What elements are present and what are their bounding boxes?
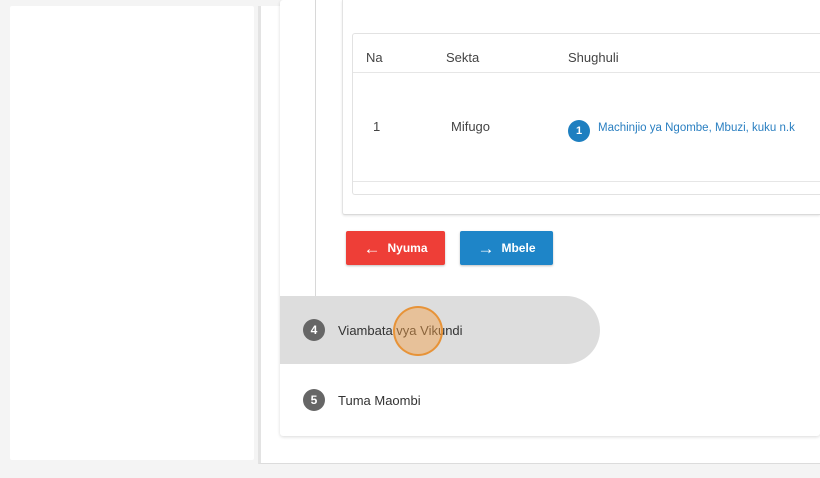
left-sidebar-panel — [10, 6, 254, 460]
row-number-cell: 1 — [373, 119, 381, 134]
table-header-divider — [353, 72, 820, 73]
arrow-left-icon: ← — [363, 238, 381, 258]
column-header-sector: Sekta — [446, 50, 480, 65]
row-activity-cell: 1 Machinjio ya Ngombe, Mbuzi, kuku n.k — [568, 113, 795, 142]
back-button[interactable]: ← Nyuma — [346, 231, 445, 265]
column-header-activity: Shughuli — [568, 50, 619, 65]
next-button-label: Mbele — [501, 241, 536, 255]
arrow-right-icon: → — [477, 238, 495, 258]
step-5-submit[interactable]: 5 Tuma Maombi — [280, 366, 600, 434]
step-label: Tuma Maombi — [338, 392, 421, 408]
step-number-badge: 4 — [303, 319, 325, 341]
column-header-number: Na — [366, 50, 383, 65]
next-button[interactable]: → Mbele — [460, 231, 553, 265]
back-button-label: Nyuma — [387, 241, 428, 255]
stepper-connector-line — [315, 0, 316, 300]
activity-number-badge: 1 — [568, 120, 590, 142]
click-indicator — [393, 306, 443, 356]
table-row-divider — [353, 181, 820, 182]
row-sector-cell: Mifugo — [451, 119, 491, 134]
activity-link[interactable]: Machinjio ya Ngombe, Mbuzi, kuku n.k — [598, 122, 795, 134]
step-number-badge: 5 — [303, 389, 325, 411]
